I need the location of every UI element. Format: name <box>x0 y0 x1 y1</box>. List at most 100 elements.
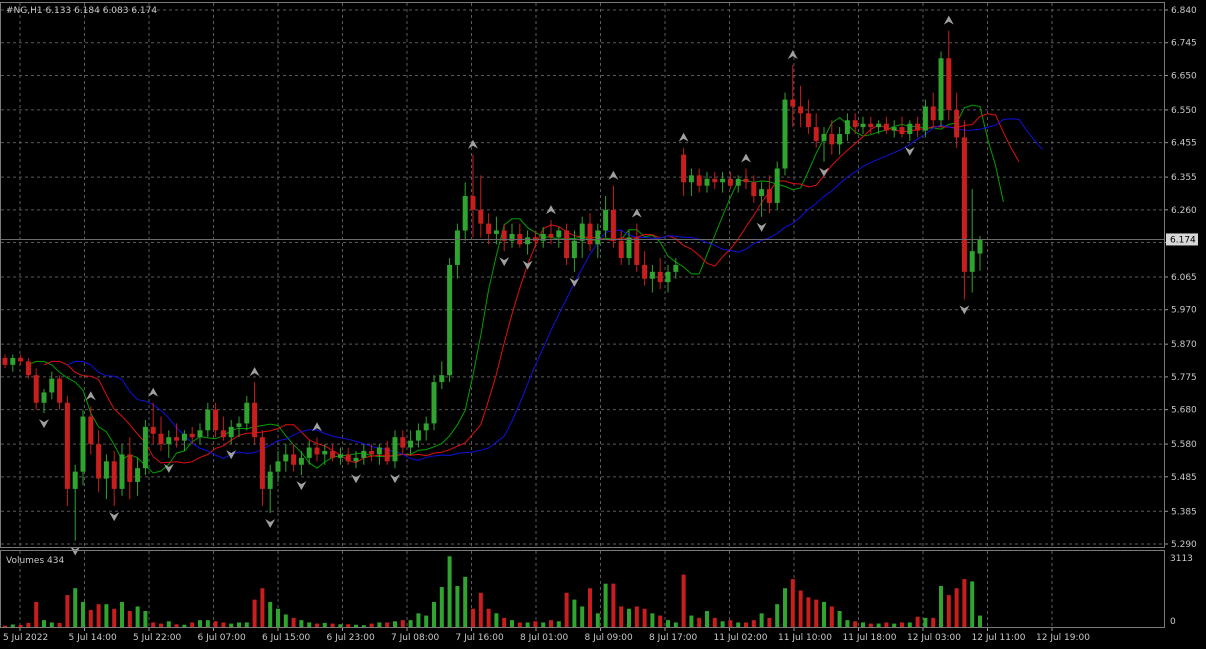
candle-body <box>369 450 375 455</box>
volume-bar <box>931 617 936 627</box>
candle-body <box>96 444 102 479</box>
volume-bar <box>627 608 631 627</box>
volume-bar <box>299 620 304 627</box>
volume-max-label: 3113 <box>1170 554 1193 564</box>
volume-bar <box>720 621 725 627</box>
candle-body <box>821 134 827 141</box>
candle-body <box>462 196 468 231</box>
volume-bar <box>845 620 850 627</box>
volume-bar <box>127 611 132 627</box>
volume-bar <box>354 624 358 627</box>
candle-body <box>298 457 304 465</box>
volume-bar <box>260 588 265 627</box>
volume-bar <box>705 611 709 627</box>
volume-bar <box>697 617 702 627</box>
candle-body <box>2 357 8 365</box>
price-tick-label: 6.745 <box>1171 39 1197 49</box>
candle-body <box>135 468 141 482</box>
candle-body <box>688 175 694 183</box>
volume-bar <box>517 622 522 627</box>
candle-body <box>868 123 874 128</box>
volume-bar <box>907 622 912 627</box>
volume-bar <box>315 623 319 627</box>
time-tick-label: 5 Jul 2022 <box>3 633 48 643</box>
volume-bar <box>829 606 834 627</box>
chart-background <box>0 0 1206 649</box>
candle-body <box>431 382 437 424</box>
volume-bar <box>759 613 764 627</box>
volume-bar <box>853 621 858 627</box>
volume-bar <box>915 616 920 627</box>
candle-body <box>759 189 765 197</box>
candle-body <box>790 99 796 107</box>
volume-bar <box>57 622 62 627</box>
time-tick-label: 7 Jul 08:00 <box>391 633 440 643</box>
price-tick-label: 5.870 <box>1171 340 1197 350</box>
candle-body <box>392 437 398 462</box>
volume-bar <box>42 620 46 627</box>
candle-body <box>454 230 460 265</box>
volume-bar <box>432 601 436 627</box>
candle-body <box>181 433 187 441</box>
candle-body <box>158 433 164 445</box>
candle-body <box>259 437 265 489</box>
volume-bar <box>868 623 873 627</box>
volume-bar <box>588 588 592 627</box>
time-tick-label: 11 Jul 18:00 <box>843 633 897 643</box>
candle-body <box>10 357 16 365</box>
candle-body <box>384 447 390 462</box>
volume-bar <box>143 611 148 627</box>
volume-bar <box>120 601 124 627</box>
candle-body <box>930 106 936 121</box>
candle-body <box>103 461 109 479</box>
candle-body <box>49 378 55 393</box>
candle-body <box>220 430 226 438</box>
candle-body <box>322 450 328 455</box>
price-tick-label: 5.680 <box>1171 406 1197 416</box>
volume-bar <box>494 613 499 627</box>
candle-body <box>205 409 211 431</box>
candle-body <box>922 106 928 131</box>
volume-bar <box>744 622 748 627</box>
candle-body <box>844 120 850 135</box>
candle-body <box>735 178 741 186</box>
candle-body <box>649 271 655 279</box>
candle-body <box>478 209 484 224</box>
candle-body <box>166 437 172 445</box>
volume-bar <box>338 624 343 627</box>
candle-body <box>267 471 273 489</box>
candle-body <box>587 223 593 245</box>
volume-bar <box>978 615 982 627</box>
volume-bar <box>166 621 171 627</box>
volume-bar <box>946 595 951 627</box>
candle-body <box>415 430 421 441</box>
candle-body <box>447 264 453 376</box>
time-tick-label: 7 Jul 16:00 <box>456 633 505 643</box>
volume-bar <box>385 622 390 627</box>
volume-bar <box>135 606 140 627</box>
candle-body <box>275 461 281 472</box>
volume-bar <box>439 587 444 627</box>
volume-bar <box>751 620 756 627</box>
candle-body <box>306 447 312 458</box>
volume-bar <box>471 608 475 627</box>
price-tick-label: 5.485 <box>1171 473 1197 483</box>
volume-bar <box>198 620 202 627</box>
volume-bar <box>229 623 234 627</box>
volume-bar <box>681 574 686 627</box>
price-tick-label: 5.580 <box>1171 440 1197 450</box>
volume-bar <box>689 615 694 627</box>
volume-bar <box>806 597 811 627</box>
candle-body <box>579 223 585 241</box>
candle-body <box>486 223 492 234</box>
volume-bar <box>447 556 452 627</box>
candle-body <box>111 461 117 489</box>
price-chart[interactable]: 6.8406.7456.6506.5506.4556.3556.2606.165… <box>0 0 1206 649</box>
candle-body <box>727 178 733 186</box>
candle-body <box>314 447 320 455</box>
volume-bar <box>549 620 553 627</box>
price-tick-label: 6.650 <box>1171 71 1197 81</box>
candle-body <box>525 237 531 245</box>
volume-bar <box>541 622 546 627</box>
volume-bar <box>954 588 959 627</box>
